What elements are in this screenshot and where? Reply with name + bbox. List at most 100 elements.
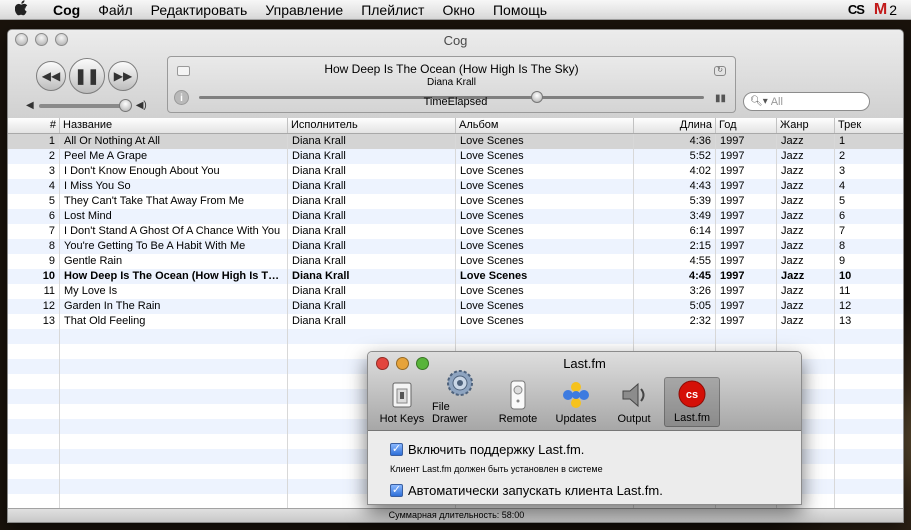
table-row[interactable]: 2 Peel Me A Grape Diana Krall Love Scenes 5:…: [8, 149, 903, 164]
enable-lastfm-checkbox[interactable]: ✓ Включить поддержку Last.fm.: [390, 439, 801, 459]
gmail-notifier-icon[interactable]: M 2: [874, 1, 897, 19]
table-row[interactable]: 3I Don't Know Enough About You Diana Kral…: [8, 164, 903, 179]
pause-button[interactable]: ❚❚: [69, 58, 105, 94]
prefs-tab-file-drawer[interactable]: File Drawer: [432, 370, 488, 427]
column-header-number[interactable]: #: [8, 118, 60, 133]
cell-track: [835, 449, 903, 464]
cell-number: 11: [8, 284, 60, 299]
cell-genre: Jazz: [777, 209, 835, 224]
prefs-tab-updates[interactable]: Updates: [548, 377, 604, 427]
column-header-year[interactable]: Год: [716, 118, 777, 133]
now-playing-artist: Diana Krall: [427, 77, 476, 88]
cell-title: I Miss You So: [60, 179, 288, 194]
forward-icon: ▶▶: [113, 69, 133, 83]
prefs-tab-output[interactable]: Output: [606, 377, 662, 427]
cell-track: [835, 434, 903, 449]
cell-track: 11: [835, 284, 903, 299]
prefs-tab-remote[interactable]: Remote: [490, 377, 546, 427]
menu-playlist[interactable]: Плейлист: [352, 2, 433, 18]
lastfm-status-icon[interactable]: CS: [848, 2, 865, 17]
cell-length: 4:02: [634, 164, 716, 179]
previous-button[interactable]: ◀◀: [36, 61, 66, 91]
cell-track: 4: [835, 179, 903, 194]
hotkeys-icon: [387, 380, 417, 410]
cell-track: 5: [835, 194, 903, 209]
column-header-track[interactable]: Трек: [835, 118, 903, 133]
cell-genre: Jazz: [777, 314, 835, 329]
table-row[interactable]: 7I Don't Stand A Ghost Of A Chance With …: [8, 224, 903, 239]
prefs-tab-hotkeys[interactable]: Hot Keys: [374, 377, 430, 427]
column-header-length[interactable]: Длина: [634, 118, 716, 133]
column-header-artist[interactable]: Исполнитель: [288, 118, 456, 133]
cell-artist: Diana Krall: [288, 284, 456, 299]
cell-year: 1997: [716, 314, 777, 329]
prefs-tab-label: File Drawer: [432, 401, 468, 425]
table-row[interactable]: 5 They Can't Take That Away From Me Diana …: [8, 194, 903, 209]
cell-length: 2:32: [634, 314, 716, 329]
search-field[interactable]: 🔍︎▾: [743, 92, 870, 111]
table-row[interactable]: 6 Lost Mind Diana Krall Love Scenes 3:49 1997…: [8, 209, 903, 224]
prefs-toolbar: Last.fm Hot Keys File Drawer Remote Upda…: [368, 352, 801, 431]
cell-genre: Jazz: [777, 179, 835, 194]
cell-genre: Jazz: [777, 134, 835, 149]
table-row[interactable]: 4I Miss You So Diana Krall Love Scenes 4:43…: [8, 179, 903, 194]
cell-number: 4: [8, 179, 60, 194]
prefs-tab-label: Last.fm: [673, 412, 711, 424]
cell-number: [8, 374, 60, 389]
cell-artist: Diana Krall: [288, 224, 456, 239]
table-row[interactable]: 13 That Old Feeling Diana Krall Love Scenes…: [8, 314, 903, 329]
status-bar: Суммарная длительность: 58:00: [8, 508, 903, 522]
menu-window[interactable]: Окно: [433, 2, 484, 18]
cell-length: 4:45: [634, 269, 716, 284]
cell-length: 2:15: [634, 239, 716, 254]
menu-file[interactable]: Файл: [89, 2, 141, 18]
cell-length: [634, 329, 716, 344]
cell-number: 8: [8, 239, 60, 254]
repeat-icon[interactable]: ↻: [714, 66, 726, 76]
cell-track: [835, 404, 903, 419]
window-title: Cog: [443, 33, 468, 48]
cell-length: 5:39: [634, 194, 716, 209]
menu-app-cog[interactable]: Cog: [44, 2, 89, 18]
column-header-album[interactable]: Альбом: [456, 118, 634, 133]
cell-title: Gentle Rain: [60, 254, 288, 269]
cell-number: 10: [8, 269, 60, 284]
cell-title: Lost Mind: [60, 209, 288, 224]
cell-artist: Diana Krall: [288, 179, 456, 194]
cell-album: Love Scenes: [456, 224, 634, 239]
table-row[interactable]: 11 My Love Is Diana Krall Love Scenes 3:26 19…: [8, 284, 903, 299]
gmail-count: 2: [889, 1, 897, 18]
table-row[interactable]: 10 How Deep Is The Ocean (How High Is The…: [8, 269, 903, 284]
apple-menu-icon[interactable]: [0, 0, 44, 20]
menu-control[interactable]: Управление: [256, 2, 352, 18]
next-button[interactable]: ▶▶: [108, 61, 138, 91]
prefs-tab-lastfm[interactable]: cs Last.fm: [664, 377, 720, 427]
table-row[interactable]: 12 Garden In The Rain Diana Krall Love Scen…: [8, 299, 903, 314]
cell-year: 1997: [716, 224, 777, 239]
column-header-title[interactable]: Название: [60, 118, 288, 133]
table-row[interactable]: 8 You're Getting To Be A Habit With Me Dia…: [8, 239, 903, 254]
cell-number: [8, 434, 60, 449]
cell-number: 6: [8, 209, 60, 224]
cell-number: [8, 449, 60, 464]
cell-number: [8, 389, 60, 404]
cell-genre: Jazz: [777, 224, 835, 239]
menu-edit[interactable]: Редактировать: [142, 2, 257, 18]
cell-track: 12: [835, 299, 903, 314]
cell-title: I Don't Know Enough About You: [60, 164, 288, 179]
cell-track: [835, 329, 903, 344]
cell-album: Love Scenes: [456, 149, 634, 164]
prefs-tab-label: Output: [617, 413, 651, 425]
cell-album: Love Scenes: [456, 269, 634, 284]
autostart-lastfm-checkbox[interactable]: ✓ Автоматически запускать клиента Last.f…: [390, 480, 801, 500]
menu-help[interactable]: Помощь: [484, 2, 556, 18]
cell-artist: Diana Krall: [288, 209, 456, 224]
table-row[interactable]: 9 Gentle Rain Diana Krall Love Scenes 4:55 19…: [8, 254, 903, 269]
cell-year: 1997: [716, 254, 777, 269]
search-input[interactable]: [770, 95, 861, 108]
transport-controls: ◀◀ ❚❚ ▶▶: [36, 58, 138, 94]
cell-title: My Love Is: [60, 284, 288, 299]
column-header-genre[interactable]: Жанр: [777, 118, 835, 133]
table-row[interactable]: 1 All Or Nothing At All Diana Krall Love Sc…: [8, 134, 903, 149]
lastfm-preferences-window: Last.fm Hot Keys File Drawer Remote Upda…: [367, 351, 802, 505]
